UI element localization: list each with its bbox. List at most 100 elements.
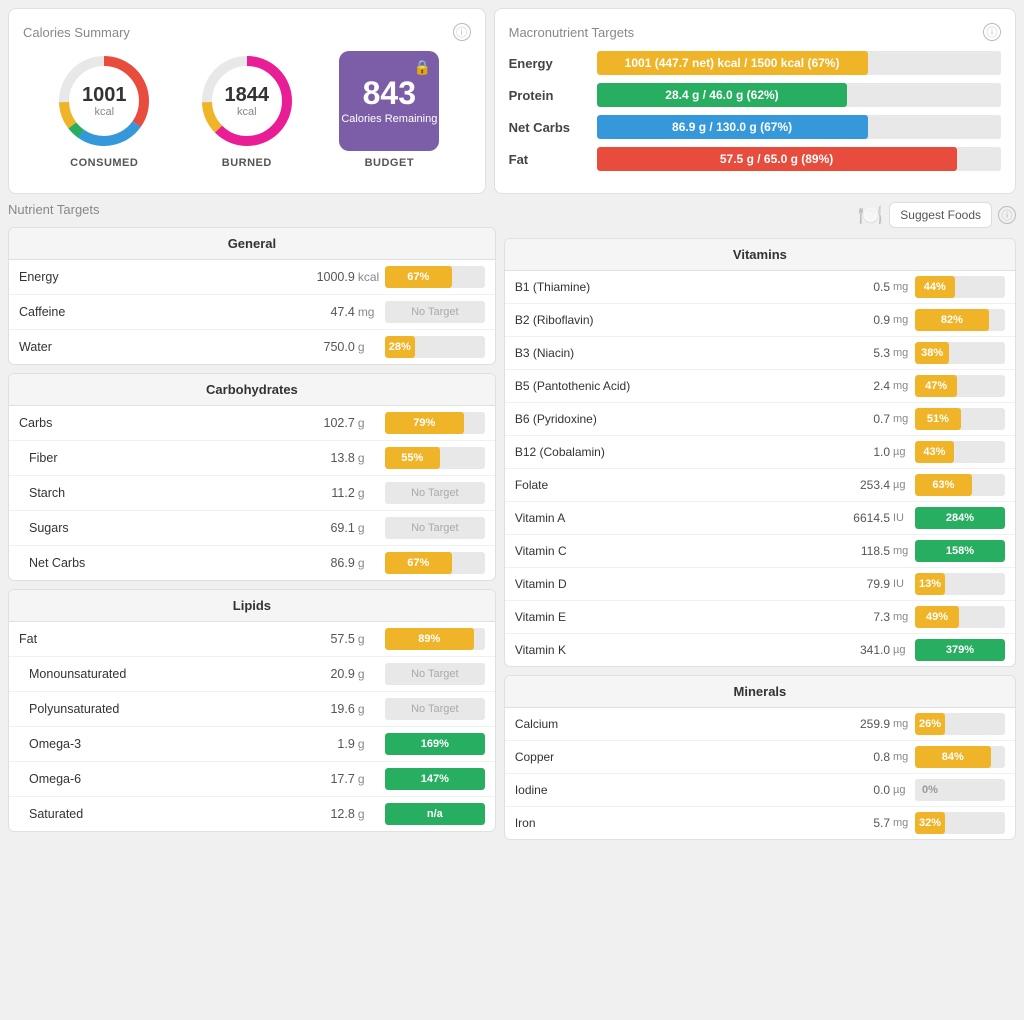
general-table: General Energy 1000.9 kcal 67% Caffeine … (8, 227, 496, 365)
suggest-foods-label: Suggest Foods (900, 208, 981, 222)
vm-pct-bar: 43% (915, 441, 954, 463)
vm-unit: mg (890, 545, 915, 557)
vm-value: 0.5 (830, 280, 890, 294)
macro-row: Energy 1001 (447.7 net) kcal / 1500 kcal… (509, 51, 1001, 75)
burned-label: BURNED (222, 157, 272, 169)
no-target-container: No Target (385, 698, 485, 720)
nutrient-row: Starch 11.2 g No Target (9, 476, 495, 511)
vm-pct-container: 13% (915, 573, 1005, 595)
nutrient-unit: g (355, 340, 385, 354)
consumed-chart: 1001 kcal CONSUMED (54, 51, 154, 169)
nutrient-name: Water (19, 340, 275, 354)
vm-name: Copper (515, 750, 830, 764)
nutrient-row: Caffeine 47.4 mg No Target (9, 295, 495, 330)
nutrient-value: 47.4 (275, 305, 355, 319)
vm-pct-container: 47% (915, 375, 1005, 397)
suggest-foods-info-icon[interactable]: ⓘ (998, 206, 1016, 224)
pct-bar-container: 55% (385, 447, 485, 469)
vm-table-header: Minerals (505, 676, 1015, 708)
macronutrient-info-icon[interactable]: ⓘ (983, 23, 1001, 41)
no-target-label: No Target (385, 487, 485, 499)
pct-text: 169% (417, 738, 453, 750)
vm-table-header: Vitamins (505, 239, 1015, 271)
pct-text: 89% (414, 633, 444, 645)
vm-pct-container: 158% (915, 540, 1005, 562)
vm-row: Iodine 0.0 µg 0% (505, 774, 1015, 807)
budget-value: 843 (363, 77, 416, 109)
lipids-table: Lipids Fat 57.5 g 89% Monounsaturated 20… (8, 589, 496, 832)
no-target-container: No Target (385, 663, 485, 685)
nutrient-name: Sugars (29, 521, 275, 535)
nutrient-value: 1.9 (275, 737, 355, 751)
pct-bar-container: 67% (385, 266, 485, 288)
vm-pct-bar: 379% (915, 639, 1005, 661)
vm-row: Folate 253.4 µg 63% (505, 469, 1015, 502)
vm-value: 2.4 (830, 379, 890, 393)
vm-pct-bar: 32% (915, 812, 945, 834)
vm-pct-bar: 284% (915, 507, 1005, 529)
pct-text: 28% (385, 341, 415, 353)
nutrient-value: 1000.9 (275, 270, 355, 284)
vm-name: Vitamin E (515, 610, 830, 624)
vm-name: B6 (Pyridoxine) (515, 412, 830, 426)
macro-row: Net Carbs 86.9 g / 130.0 g (67%) (509, 115, 1001, 139)
vm-value: 0.0 (830, 783, 890, 797)
nutrient-unit: g (355, 451, 385, 465)
vm-pct-container: 49% (915, 606, 1005, 628)
vm-pct-bar: 26% (915, 713, 945, 735)
vm-row: B1 (Thiamine) 0.5 mg 44% (505, 271, 1015, 304)
suggest-foods-area: 🍽️ Suggest Foods ⓘ (858, 202, 1016, 228)
vm-row: B2 (Riboflavin) 0.9 mg 82% (505, 304, 1015, 337)
nutrient-row: Fat 57.5 g 89% (9, 622, 495, 657)
pct-bar: 169% (385, 733, 485, 755)
nutrient-name: Starch (29, 486, 275, 500)
calories-summary-info-icon[interactable]: ⓘ (453, 23, 471, 41)
vm-value: 118.5 (830, 544, 890, 558)
suggest-foods-button[interactable]: Suggest Foods (889, 202, 992, 228)
no-target-label: No Target (385, 306, 485, 318)
nutrient-unit: g (355, 807, 385, 821)
nutrient-unit: kcal (355, 270, 385, 284)
vm-pct-text: 49% (922, 611, 952, 623)
vm-pct-container: 0% (915, 779, 1005, 801)
pct-bar: 147% (385, 768, 485, 790)
pct-bar-container: 28% (385, 336, 485, 358)
vm-pct-text: 47% (921, 380, 951, 392)
nutrient-value: 102.7 (275, 416, 355, 430)
vm-unit: IU (890, 512, 915, 524)
nutrient-name: Omega-3 (29, 737, 275, 751)
vm-unit: mg (890, 751, 915, 763)
vm-pct-text: 82% (937, 314, 967, 326)
macro-bar: 57.5 g / 65.0 g (89%) (597, 147, 957, 171)
consumed-unit: kcal (82, 106, 127, 118)
pct-text: 55% (397, 452, 427, 464)
macro-bar: 1001 (447.7 net) kcal / 1500 kcal (67%) (597, 51, 868, 75)
no-target-label: No Target (385, 703, 485, 715)
pct-bar: 28% (385, 336, 415, 358)
nutrient-row: Energy 1000.9 kcal 67% (9, 260, 495, 295)
nutrient-value: 19.6 (275, 702, 355, 716)
pct-text: 79% (409, 417, 439, 429)
budget-lock-icon: 🔒 (414, 59, 431, 76)
vm-pct-bar: 38% (915, 342, 949, 364)
na-container: n/a (385, 803, 485, 825)
nutrient-value: 12.8 (275, 807, 355, 821)
nutrient-name: Caffeine (19, 305, 275, 319)
macro-bar-text: 1001 (447.7 net) kcal / 1500 kcal (67%) (617, 56, 848, 70)
pct-bar-container: 79% (385, 412, 485, 434)
vm-name: Vitamin D (515, 577, 830, 591)
vm-row: Vitamin C 118.5 mg 158% (505, 535, 1015, 568)
vm-pct-text: 51% (923, 413, 953, 425)
vm-unit: mg (890, 718, 915, 730)
vm-name: B5 (Pantothenic Acid) (515, 379, 830, 393)
burned-chart: 1844 kcal BURNED (197, 51, 297, 169)
nutrient-unit: g (355, 772, 385, 786)
vm-pct-bar: 49% (915, 606, 959, 628)
no-target-label: No Target (385, 522, 485, 534)
nutrient-unit: g (355, 486, 385, 500)
budget-chart: 🔒 843 Calories Remaining BUDGET (339, 51, 439, 169)
vm-pct-container: 84% (915, 746, 1005, 768)
budget-box: 🔒 843 Calories Remaining (339, 51, 439, 151)
calories-summary-card: Calories Summary ⓘ (8, 8, 486, 194)
pct-text: 147% (417, 773, 453, 785)
